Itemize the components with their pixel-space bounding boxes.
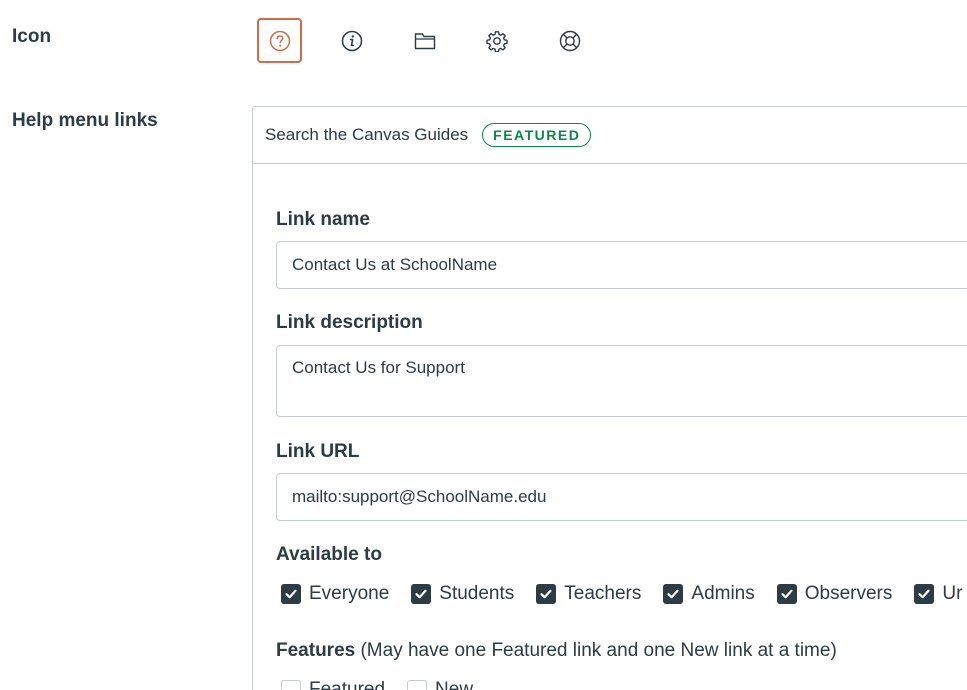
features-checkboxes: Featured New <box>281 679 495 690</box>
checkbox-label: Observers <box>804 583 893 604</box>
checkbox-featured[interactable]: Featured <box>281 679 385 690</box>
checkmark-icon[interactable] <box>663 584 684 604</box>
icon-section-label: Icon <box>12 26 52 47</box>
checkmark-icon[interactable] <box>776 584 797 604</box>
features-note: (May have one Featured link and one New … <box>360 640 837 661</box>
checkbox-label: Featured <box>309 679 386 690</box>
checkbox-label: Teachers <box>564 583 642 604</box>
help-menu-links-label: Help menu links <box>12 110 158 131</box>
help-link-editor: Search the Canvas Guides FEATURED Link n… <box>252 106 967 690</box>
featured-badge: FEATURED <box>482 123 592 147</box>
checkbox-label: Ur <box>942 583 963 604</box>
link-name-input[interactable]: Contact Us at SchoolName <box>276 241 967 289</box>
checkbox-everyone[interactable]: Everyone <box>281 583 389 605</box>
checkmark-icon[interactable] <box>281 584 301 604</box>
checkmark-icon[interactable] <box>536 584 557 604</box>
checkbox-teachers[interactable]: Teachers <box>536 583 641 605</box>
info-icon[interactable] <box>329 18 374 63</box>
link-url-input[interactable]: mailto:support@SchoolName.edu <box>276 473 967 521</box>
question-icon[interactable] <box>257 18 302 63</box>
features-label: Features <box>276 640 356 661</box>
checkmark-icon[interactable] <box>411 584 432 604</box>
checkbox-unenrolled[interactable]: Ur <box>914 583 962 605</box>
link-url-label: Link URL <box>276 441 360 462</box>
checkbox-admins[interactable]: Admins <box>663 583 755 605</box>
folder-icon[interactable] <box>402 18 447 63</box>
link-name-label: Link name <box>276 209 370 230</box>
available-to-checkboxes: Everyone Students Teachers Admins Observ… <box>281 583 967 605</box>
empty-checkbox-icon[interactable] <box>407 680 428 690</box>
checkbox-observers[interactable]: Observers <box>776 583 893 605</box>
link-description-textarea[interactable]: Contact Us for Support <box>276 345 967 417</box>
checkbox-students[interactable]: Students <box>411 583 514 605</box>
checkbox-new[interactable]: New <box>407 679 473 690</box>
checkbox-label: Everyone <box>309 583 390 604</box>
checkmark-icon[interactable] <box>914 584 935 604</box>
features-heading: Features (May have one Featured link and… <box>276 640 837 662</box>
checkbox-label: New <box>435 679 474 690</box>
link-description-label: Link description <box>276 312 423 333</box>
gear-icon[interactable] <box>474 18 519 63</box>
help-menu-settings: Icon Help menu links Search the Canvas G… <box>0 0 967 690</box>
help-link-header[interactable]: Search the Canvas Guides FEATURED <box>253 107 967 164</box>
checkbox-label: Admins <box>691 583 755 604</box>
lifebuoy-icon[interactable] <box>547 18 592 63</box>
checkbox-label: Students <box>439 583 515 604</box>
available-to-label: Available to <box>276 544 382 565</box>
header-link-text[interactable]: Search the Canvas Guides <box>265 125 468 145</box>
empty-checkbox-icon[interactable] <box>281 680 301 690</box>
